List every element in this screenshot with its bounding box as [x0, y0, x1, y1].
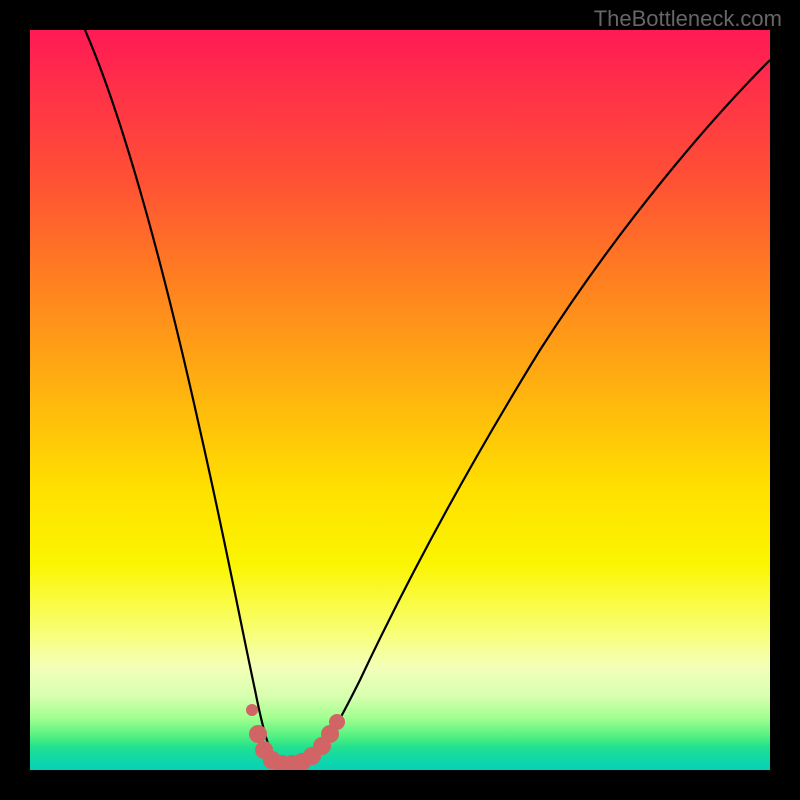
chart-svg	[30, 30, 770, 770]
marker-dot	[249, 725, 267, 743]
bottleneck-curve-path	[85, 30, 770, 765]
plot-area	[30, 30, 770, 770]
marker-dot	[329, 714, 345, 730]
marker-dot	[246, 704, 258, 716]
watermark-text: TheBottleneck.com	[594, 6, 782, 32]
